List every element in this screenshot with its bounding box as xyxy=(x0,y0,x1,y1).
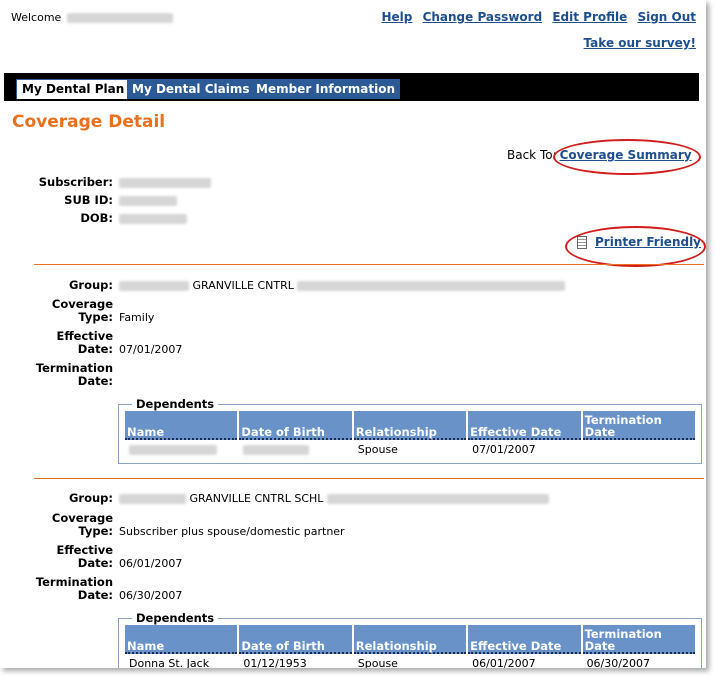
redacted-sub-id xyxy=(119,196,177,206)
redacted-group-id xyxy=(119,494,186,504)
redacted-dob xyxy=(119,214,187,224)
col-effective-date: Effective Date xyxy=(468,625,581,654)
group-name: GRANVILLE CNTRL SCHL xyxy=(189,492,324,505)
cell-relationship: Spouse xyxy=(357,657,398,668)
effective-date-label: Effective Date: xyxy=(56,543,113,570)
tab-member-information[interactable]: Member Information xyxy=(251,79,401,99)
sub-id-label: SUB ID: xyxy=(64,193,113,207)
group-label: Group: xyxy=(68,491,113,505)
redacted-subscriber xyxy=(119,178,211,188)
group-value: GRANVILLE CNTRL xyxy=(119,279,566,292)
sign-out-link[interactable]: Sign Out xyxy=(637,10,696,24)
main-nav: My Dental Plan My Dental Claims Member I… xyxy=(4,73,699,101)
help-link[interactable]: Help xyxy=(381,10,412,24)
termination-date-label: Termination Date: xyxy=(35,575,113,602)
col-termination-date: Termination Date xyxy=(582,625,695,654)
divider xyxy=(34,478,704,479)
col-effective-date: Effective Date xyxy=(468,411,581,440)
termination-date-value: 06/30/2007 xyxy=(119,589,183,602)
table-row: Donna St. Jack 01/12/1953 Spouse 06/01/2… xyxy=(125,654,695,668)
dependents-table: Name Date of Birth Relationship Effectiv… xyxy=(123,625,697,668)
redacted-username xyxy=(66,13,173,23)
tab-my-dental-plan[interactable]: My Dental Plan xyxy=(16,79,131,99)
col-relationship: Relationship xyxy=(353,411,467,440)
cell-dob xyxy=(239,440,351,459)
col-relationship: Relationship xyxy=(353,625,467,654)
table-row: Spouse 07/01/2007 xyxy=(125,440,695,459)
table-header-row: Name Date of Birth Relationship Effectiv… xyxy=(125,625,695,654)
col-date-of-birth: Date of Birth xyxy=(239,625,352,654)
divider xyxy=(34,264,704,265)
col-termination-date: Termination Date xyxy=(582,411,695,440)
cell-effective: 07/01/2007 xyxy=(472,443,536,456)
col-date-of-birth: Date of Birth xyxy=(239,411,352,440)
annotation-oval xyxy=(565,226,706,267)
welcome-text: Welcome xyxy=(11,11,173,24)
coverage-type-value: Family xyxy=(119,311,155,324)
effective-date-value: 07/01/2007 xyxy=(119,343,183,356)
coverage-type-label: Coverage Type: xyxy=(51,511,113,538)
dob-label: DOB: xyxy=(80,211,113,225)
dependents-panel: Dependents Name Date of Birth Relationsh… xyxy=(118,611,702,668)
table-header-row: Name Date of Birth Relationship Effectiv… xyxy=(125,411,695,440)
top-links: Help Change Password Edit Profile Sign O… xyxy=(375,10,696,24)
coverage-type-label: Coverage Type: xyxy=(51,297,113,324)
dependents-table: Name Date of Birth Relationship Effectiv… xyxy=(123,411,697,459)
dependents-legend: Dependents xyxy=(136,397,215,411)
survey-link[interactable]: Take our survey! xyxy=(584,36,696,50)
back-to-label: Back To: xyxy=(507,148,557,162)
subscriber-label: Subscriber: xyxy=(38,175,113,189)
cell-termination: 06/30/2007 xyxy=(586,657,650,668)
redacted-group-detail xyxy=(297,281,566,291)
group-label: Group: xyxy=(68,278,113,292)
welcome-label: Welcome xyxy=(11,11,62,24)
termination-date-label: Termination Date: xyxy=(35,361,113,388)
change-password-link[interactable]: Change Password xyxy=(423,10,543,24)
coverage-type-value: Subscriber plus spouse/domestic partner xyxy=(119,525,345,538)
cell-dob: 01/12/1953 xyxy=(243,657,307,668)
group-value: GRANVILLE CNTRL SCHL xyxy=(119,492,549,505)
group-name: GRANVILLE CNTRL xyxy=(192,279,294,292)
cell-effective: 06/01/2007 xyxy=(472,657,536,668)
page-frame: Welcome Help Change Password Edit Profil… xyxy=(0,0,706,668)
page-title: Coverage Detail xyxy=(12,112,166,132)
redacted-group-detail xyxy=(326,494,549,504)
annotation-oval xyxy=(553,139,701,175)
dependents-legend: Dependents xyxy=(136,611,215,625)
tab-my-dental-claims[interactable]: My Dental Claims xyxy=(127,79,255,99)
effective-date-value: 06/01/2007 xyxy=(119,557,183,570)
cell-relationship: Spouse xyxy=(357,443,398,456)
effective-date-label: Effective Date: xyxy=(56,329,113,356)
edit-profile-link[interactable]: Edit Profile xyxy=(552,10,627,24)
cell-name: Donna St. Jack xyxy=(129,657,210,668)
cell-termination xyxy=(583,440,695,459)
col-name: Name xyxy=(125,411,238,440)
redacted-group-id xyxy=(119,281,189,291)
redacted-name xyxy=(129,445,217,455)
redacted-dob xyxy=(243,445,310,455)
col-name: Name xyxy=(125,625,238,654)
cell-name xyxy=(125,440,237,459)
dependents-panel: Dependents Name Date of Birth Relationsh… xyxy=(118,397,702,464)
